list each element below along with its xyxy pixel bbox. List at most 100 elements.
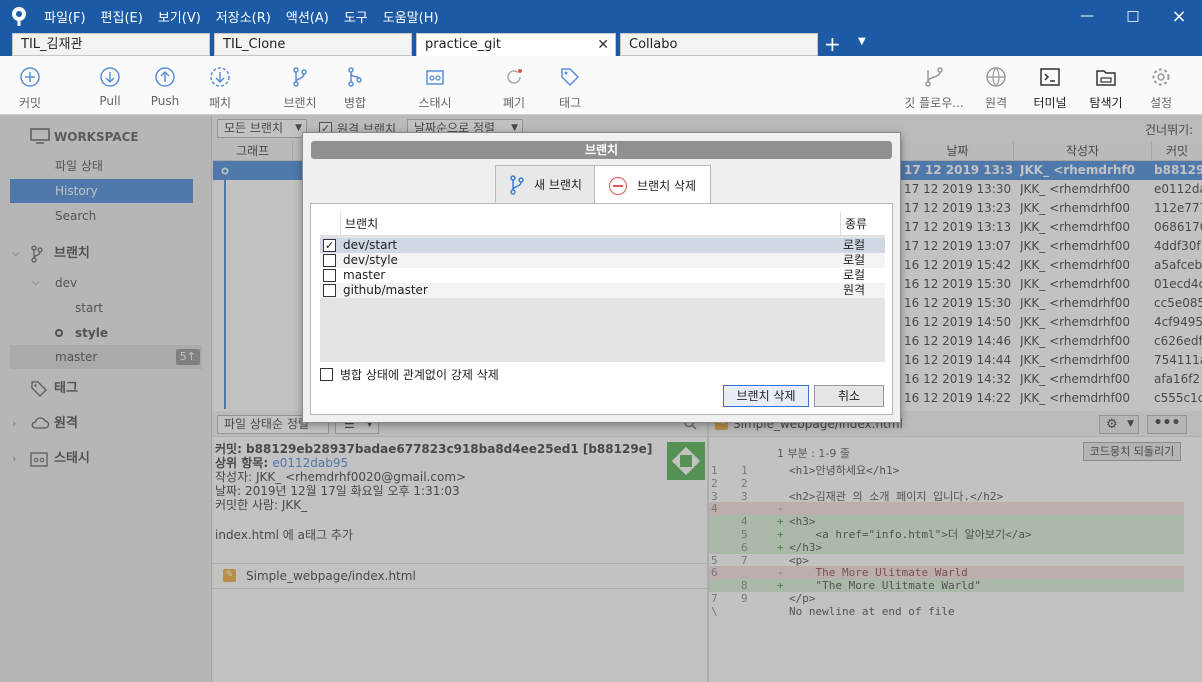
- tab-label: TIL_Clone: [223, 37, 286, 52]
- push-label: Push: [150, 94, 180, 108]
- fetch-icon: [210, 67, 230, 87]
- merge-label: 병합: [343, 96, 367, 110]
- column-header-type[interactable]: 종류: [845, 212, 867, 236]
- branch-name: dev/style: [343, 253, 398, 267]
- remote-button[interactable]: 원격: [974, 56, 1018, 115]
- delete-branch-panel: 브랜치 종류 ✓ dev/start 로컬 dev/style 로컬 maste…: [310, 203, 893, 415]
- stash-label: 스태시: [418, 96, 452, 110]
- settings-button[interactable]: 설정: [1139, 56, 1183, 115]
- menu-tools[interactable]: 도구: [344, 7, 368, 26]
- branch-type: 원격: [843, 283, 866, 297]
- column-header-branch[interactable]: 브랜치: [345, 212, 378, 236]
- branch-label: 브랜치: [283, 96, 317, 110]
- git-flow-button[interactable]: 깃 플로우...: [898, 56, 970, 115]
- commit-label: 커밋: [18, 96, 42, 110]
- tab-delete-branch[interactable]: 브랜치 삭제: [594, 165, 711, 205]
- delete-branch-icon: [609, 176, 627, 195]
- branch-checkbox[interactable]: [323, 269, 336, 282]
- delete-branch-button[interactable]: 브랜치 삭제: [723, 385, 809, 407]
- branch-icon: [510, 174, 524, 195]
- branch-type: 로컬: [843, 268, 866, 282]
- menu-actions[interactable]: 액션(A): [286, 7, 329, 26]
- commit-plus-icon: [20, 67, 40, 87]
- merge-icon: [348, 67, 362, 87]
- menu-file[interactable]: 파일(F): [44, 7, 86, 26]
- branch-type: 로컬: [843, 238, 866, 252]
- branch-table: 브랜치 종류 ✓ dev/start 로컬 dev/style 로컬 maste…: [320, 212, 885, 362]
- stash-button[interactable]: 스태시: [412, 56, 458, 115]
- maximize-button[interactable]: □: [1110, 0, 1156, 32]
- branch-row-master[interactable]: master 로컬: [320, 268, 885, 283]
- commit-button[interactable]: 커밋: [8, 56, 52, 115]
- tab-label: TIL_김재관: [21, 37, 83, 52]
- fetch-button[interactable]: 패치: [198, 56, 242, 115]
- git-flow-label: 깃 플로우...: [904, 96, 964, 110]
- branch-name: github/master: [343, 283, 428, 297]
- branch-icon: [293, 67, 307, 87]
- header-divider: [840, 212, 841, 236]
- tab-close-icon[interactable]: ✕: [597, 34, 609, 56]
- branch-row-github-master[interactable]: github/master 원격: [320, 283, 885, 298]
- header-divider: [340, 212, 341, 236]
- title-bar: 파일(F) 편집(E) 보기(V) 저장소(R) 액션(A) 도구 도움말(H)…: [0, 0, 1202, 32]
- new-tab-plus-icon[interactable]: +: [824, 33, 841, 55]
- tab-label: Collabo: [629, 37, 678, 52]
- tab-collabo[interactable]: Collabo: [620, 33, 818, 56]
- fetch-label: 패치: [208, 96, 232, 110]
- remote-label: 원격: [984, 96, 1008, 110]
- dialog-title: 브랜치: [311, 141, 892, 159]
- tab-practice-git[interactable]: practice_git ✕: [416, 33, 616, 56]
- repo-tab-bar: TIL_김재관 TIL_Clone practice_git ✕ Collabo …: [0, 32, 1202, 56]
- discard-button[interactable]: 폐기: [492, 56, 536, 115]
- close-window-button[interactable]: ×: [1156, 0, 1202, 32]
- terminal-button[interactable]: 터미널: [1028, 56, 1072, 115]
- menu-bar: 파일(F) 편집(E) 보기(V) 저장소(R) 액션(A) 도구 도움말(H): [44, 0, 454, 32]
- tab-label: practice_git: [425, 37, 502, 52]
- gear-icon: [1152, 68, 1170, 86]
- terminal-icon: [1040, 68, 1060, 86]
- push-button[interactable]: Push: [143, 56, 187, 115]
- branch-table-header: 브랜치 종류: [320, 212, 885, 236]
- tab-delete-branch-label: 브랜치 삭제: [637, 179, 697, 193]
- explorer-label: 탐색기: [1089, 96, 1123, 110]
- tab-new-branch[interactable]: 새 브랜치: [495, 165, 595, 204]
- merge-button[interactable]: 병합: [333, 56, 377, 115]
- tab-new-branch-label: 새 브랜치: [534, 178, 582, 192]
- branch-checkbox[interactable]: ✓: [323, 239, 336, 252]
- globe-icon: [986, 67, 1006, 87]
- discard-refresh-icon: [507, 69, 522, 84]
- tag-button[interactable]: 태그: [548, 56, 592, 115]
- branch-checkbox[interactable]: [323, 284, 336, 297]
- explorer-button[interactable]: 탐색기: [1084, 56, 1128, 115]
- terminal-label: 터미널: [1033, 96, 1067, 110]
- menu-edit[interactable]: 편집(E): [101, 7, 143, 26]
- branch-checkbox[interactable]: [323, 254, 336, 267]
- menu-view[interactable]: 보기(V): [158, 7, 201, 26]
- cancel-button[interactable]: 취소: [814, 385, 884, 407]
- branch-row-dev-style[interactable]: dev/style 로컬: [320, 253, 885, 268]
- tag-label: 태그: [558, 96, 582, 110]
- force-delete-label: 병합 상태에 관계없이 강제 삭제: [340, 368, 499, 382]
- tab-til[interactable]: TIL_김재관: [12, 33, 210, 56]
- sourcetree-logo-icon: [12, 7, 26, 26]
- branch-button[interactable]: 브랜치: [278, 56, 322, 115]
- branch-name: dev/start: [343, 238, 398, 252]
- tab-dropdown-icon[interactable]: ▼: [858, 36, 866, 47]
- branch-dialog: 브랜치 새 브랜치 브랜치 삭제 브랜치 종류 ✓ dev/start 로컬 d…: [302, 132, 901, 423]
- folder-icon: [1096, 70, 1116, 86]
- branch-name: master: [343, 268, 386, 282]
- discard-label: 폐기: [502, 96, 526, 110]
- menu-repository[interactable]: 저장소(R): [216, 7, 271, 26]
- force-delete-checkbox[interactable]: [320, 368, 333, 381]
- branch-row-dev-start[interactable]: ✓ dev/start 로컬: [320, 238, 885, 253]
- git-flow-icon: [925, 67, 943, 87]
- pull-button[interactable]: Pull: [88, 56, 132, 115]
- tab-til-clone[interactable]: TIL_Clone: [214, 33, 412, 56]
- minus-icon: [613, 184, 623, 187]
- pull-arrow-down-icon: [100, 67, 120, 87]
- stash-box-icon: [426, 70, 444, 85]
- menu-help[interactable]: 도움말(H): [383, 7, 439, 26]
- branch-type: 로컬: [843, 253, 866, 267]
- settings-label: 설정: [1149, 96, 1173, 110]
- minimize-button[interactable]: —: [1064, 0, 1110, 32]
